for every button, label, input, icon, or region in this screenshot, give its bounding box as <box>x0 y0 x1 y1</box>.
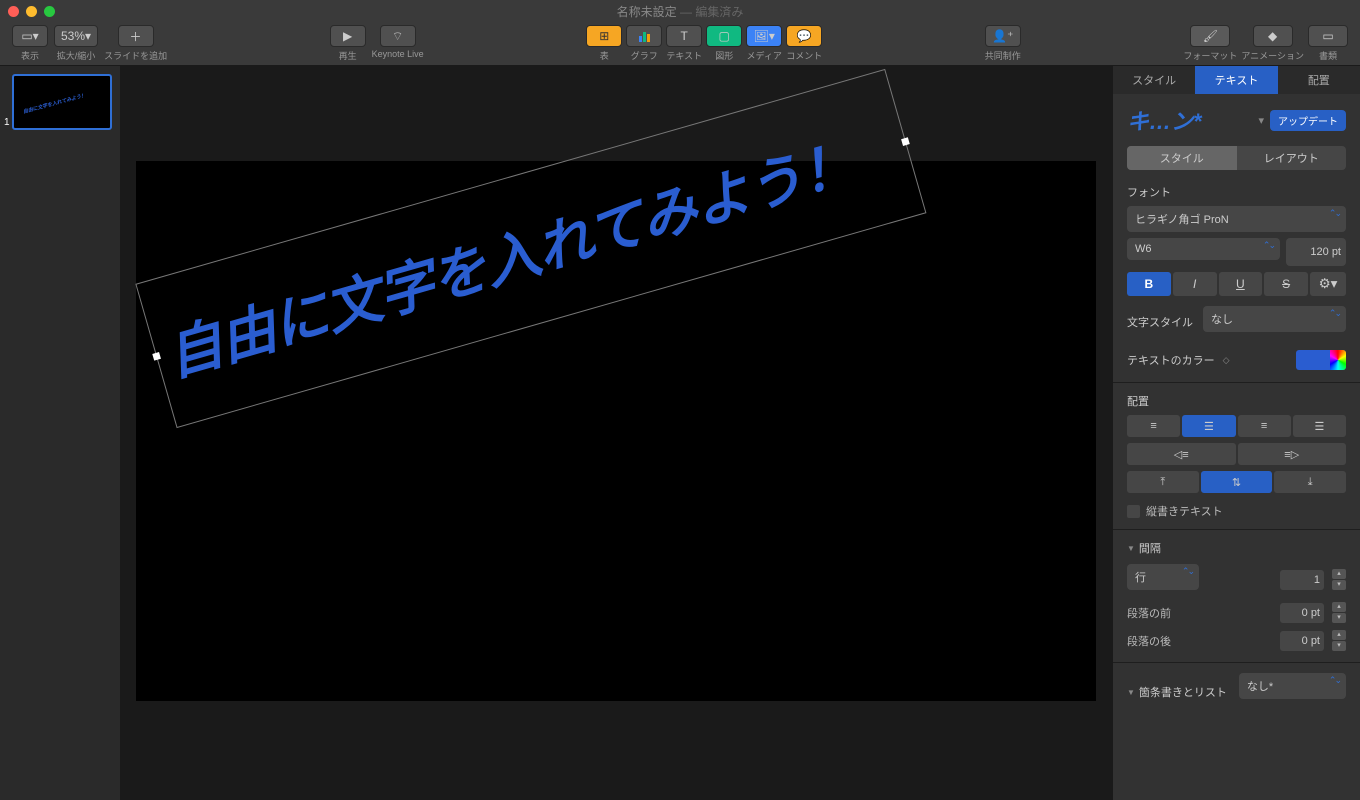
resize-handle-right[interactable] <box>901 137 910 146</box>
text-box-selected[interactable]: 自由に文字を入れてみよう！ <box>135 68 926 427</box>
document-name: 名称未設定 <box>617 5 677 19</box>
update-style-button[interactable]: アップデート <box>1270 110 1346 131</box>
canvas[interactable]: 自由に文字を入れてみよう！ <box>120 66 1112 800</box>
bullets-label: 箇条書きとリスト <box>1139 684 1227 700</box>
underline-button[interactable]: U <box>1219 272 1263 296</box>
char-style-label: 文字スタイル <box>1127 314 1195 330</box>
line-spacing-stepper[interactable]: ▴▾ <box>1332 569 1346 591</box>
text-color-swatch[interactable] <box>1296 350 1346 370</box>
media-button[interactable]: 🖼▾メディア <box>746 25 782 62</box>
valign-middle-button[interactable]: ⇅ <box>1201 471 1273 493</box>
tab-arrange[interactable]: 配置 <box>1278 66 1360 94</box>
paragraph-style-name[interactable]: キ…ン* <box>1127 104 1252 136</box>
play-button[interactable]: ▶再生 <box>330 25 366 62</box>
minimize-window-button[interactable] <box>26 6 37 17</box>
line-spacing-select[interactable]: 行 <box>1127 564 1199 590</box>
space-before-label: 段落の前 <box>1127 605 1181 621</box>
zoom-button[interactable]: 53%▾拡大/縮小 <box>54 25 98 62</box>
space-after-stepper[interactable]: ▴▾ <box>1332 630 1346 652</box>
alignment-label: 配置 <box>1127 393 1346 409</box>
slide-number: 1 <box>4 117 10 128</box>
inspector-main-tabs: スタイル テキスト 配置 <box>1113 66 1360 94</box>
view-button[interactable]: ▭▾表示 <box>12 25 48 62</box>
align-left-button[interactable]: ≡ <box>1127 415 1180 437</box>
thumbnail-text: 自由に文字を入れてみよう！ <box>22 92 86 116</box>
disclosure-triangle-icon[interactable]: ▼ <box>1127 688 1135 697</box>
vertical-text-checkbox[interactable] <box>1127 505 1140 518</box>
font-weight-select[interactable]: W6 <box>1127 238 1280 260</box>
outdent-button[interactable]: ◁≡ <box>1127 443 1236 465</box>
slide-thumbnail-1[interactable]: 1 自由に文字を入れてみよう！ <box>12 74 112 130</box>
format-button[interactable]: 🖌フォーマット <box>1183 25 1237 62</box>
collaborate-button[interactable]: 👤⁺共同制作 <box>985 25 1021 62</box>
slide-navigator: 1 自由に文字を入れてみよう！ <box>0 66 120 800</box>
subtab-layout[interactable]: レイアウト <box>1237 146 1347 170</box>
close-window-button[interactable] <box>8 6 19 17</box>
text-color-label: テキストのカラー <box>1127 352 1215 368</box>
shape-button[interactable]: ▢図形 <box>706 25 742 62</box>
line-spacing-value[interactable] <box>1280 570 1324 590</box>
font-size-input[interactable] <box>1286 238 1346 266</box>
traffic-lights <box>8 6 55 17</box>
disclosure-triangle-icon[interactable]: ▼ <box>1127 544 1135 553</box>
tab-text[interactable]: テキスト <box>1195 66 1277 94</box>
font-section-label: フォント <box>1127 184 1346 200</box>
table-button[interactable]: ⊞表 <box>586 25 622 62</box>
vertical-text-label: 縦書きテキスト <box>1146 503 1223 519</box>
document-button[interactable]: ▭書類 <box>1308 25 1348 62</box>
valign-top-button[interactable]: ⤒ <box>1127 471 1199 493</box>
align-right-button[interactable]: ≡ <box>1238 415 1291 437</box>
text-button[interactable]: Tテキスト <box>666 25 702 62</box>
titlebar: 名称未設定 — 編集済み <box>0 0 1360 22</box>
subtab-style[interactable]: スタイル <box>1127 146 1237 170</box>
space-before-stepper[interactable]: ▴▾ <box>1332 602 1346 624</box>
format-inspector: スタイル テキスト 配置 キ…ン* ▾ アップデート スタイル レイアウト フォ… <box>1112 66 1360 800</box>
toolbar: ▭▾表示 53%▾拡大/縮小 ＋スライドを追加 ▶再生 ⌔Keynote Liv… <box>0 22 1360 66</box>
space-before-value[interactable] <box>1280 603 1324 623</box>
edited-indicator: — 編集済み <box>680 5 743 19</box>
space-after-label: 段落の後 <box>1127 633 1181 649</box>
bold-button[interactable]: B <box>1127 272 1171 296</box>
strikethrough-button[interactable]: S <box>1264 272 1308 296</box>
text-content[interactable]: 自由に文字を入れてみよう！ <box>146 117 864 394</box>
animate-button[interactable]: ◆アニメーション <box>1241 25 1304 62</box>
chart-button[interactable]: グラフ <box>626 25 662 62</box>
add-slide-button[interactable]: ＋スライドを追加 <box>104 25 167 62</box>
spacing-label: 間隔 <box>1139 540 1161 556</box>
valign-bottom-button[interactable]: ⤓ <box>1274 471 1346 493</box>
advanced-font-button[interactable]: ⚙▾ <box>1310 272 1346 296</box>
text-sub-tabs: スタイル レイアウト <box>1127 146 1346 170</box>
slide[interactable]: 自由に文字を入れてみよう！ <box>136 161 1096 701</box>
indent-button[interactable]: ≡▷ <box>1238 443 1347 465</box>
color-stepper-icon[interactable]: ◇ <box>1223 355 1230 366</box>
comment-button[interactable]: 💬コメント <box>786 25 822 62</box>
bullets-select[interactable]: なし* <box>1239 673 1346 699</box>
window-title: 名称未設定 — 編集済み <box>617 3 744 20</box>
keynote-live-button[interactable]: ⌔Keynote Live <box>372 25 424 59</box>
char-style-select[interactable]: なし <box>1203 306 1346 332</box>
space-after-value[interactable] <box>1280 631 1324 651</box>
maximize-window-button[interactable] <box>44 6 55 17</box>
align-center-button[interactable]: ☰ <box>1182 415 1235 437</box>
chevron-down-icon[interactable]: ▾ <box>1258 114 1264 127</box>
tab-style[interactable]: スタイル <box>1113 66 1195 94</box>
font-family-select[interactable]: ヒラギノ角ゴ ProN <box>1127 206 1346 232</box>
italic-button[interactable]: I <box>1173 272 1217 296</box>
align-justify-button[interactable]: ☰ <box>1293 415 1346 437</box>
